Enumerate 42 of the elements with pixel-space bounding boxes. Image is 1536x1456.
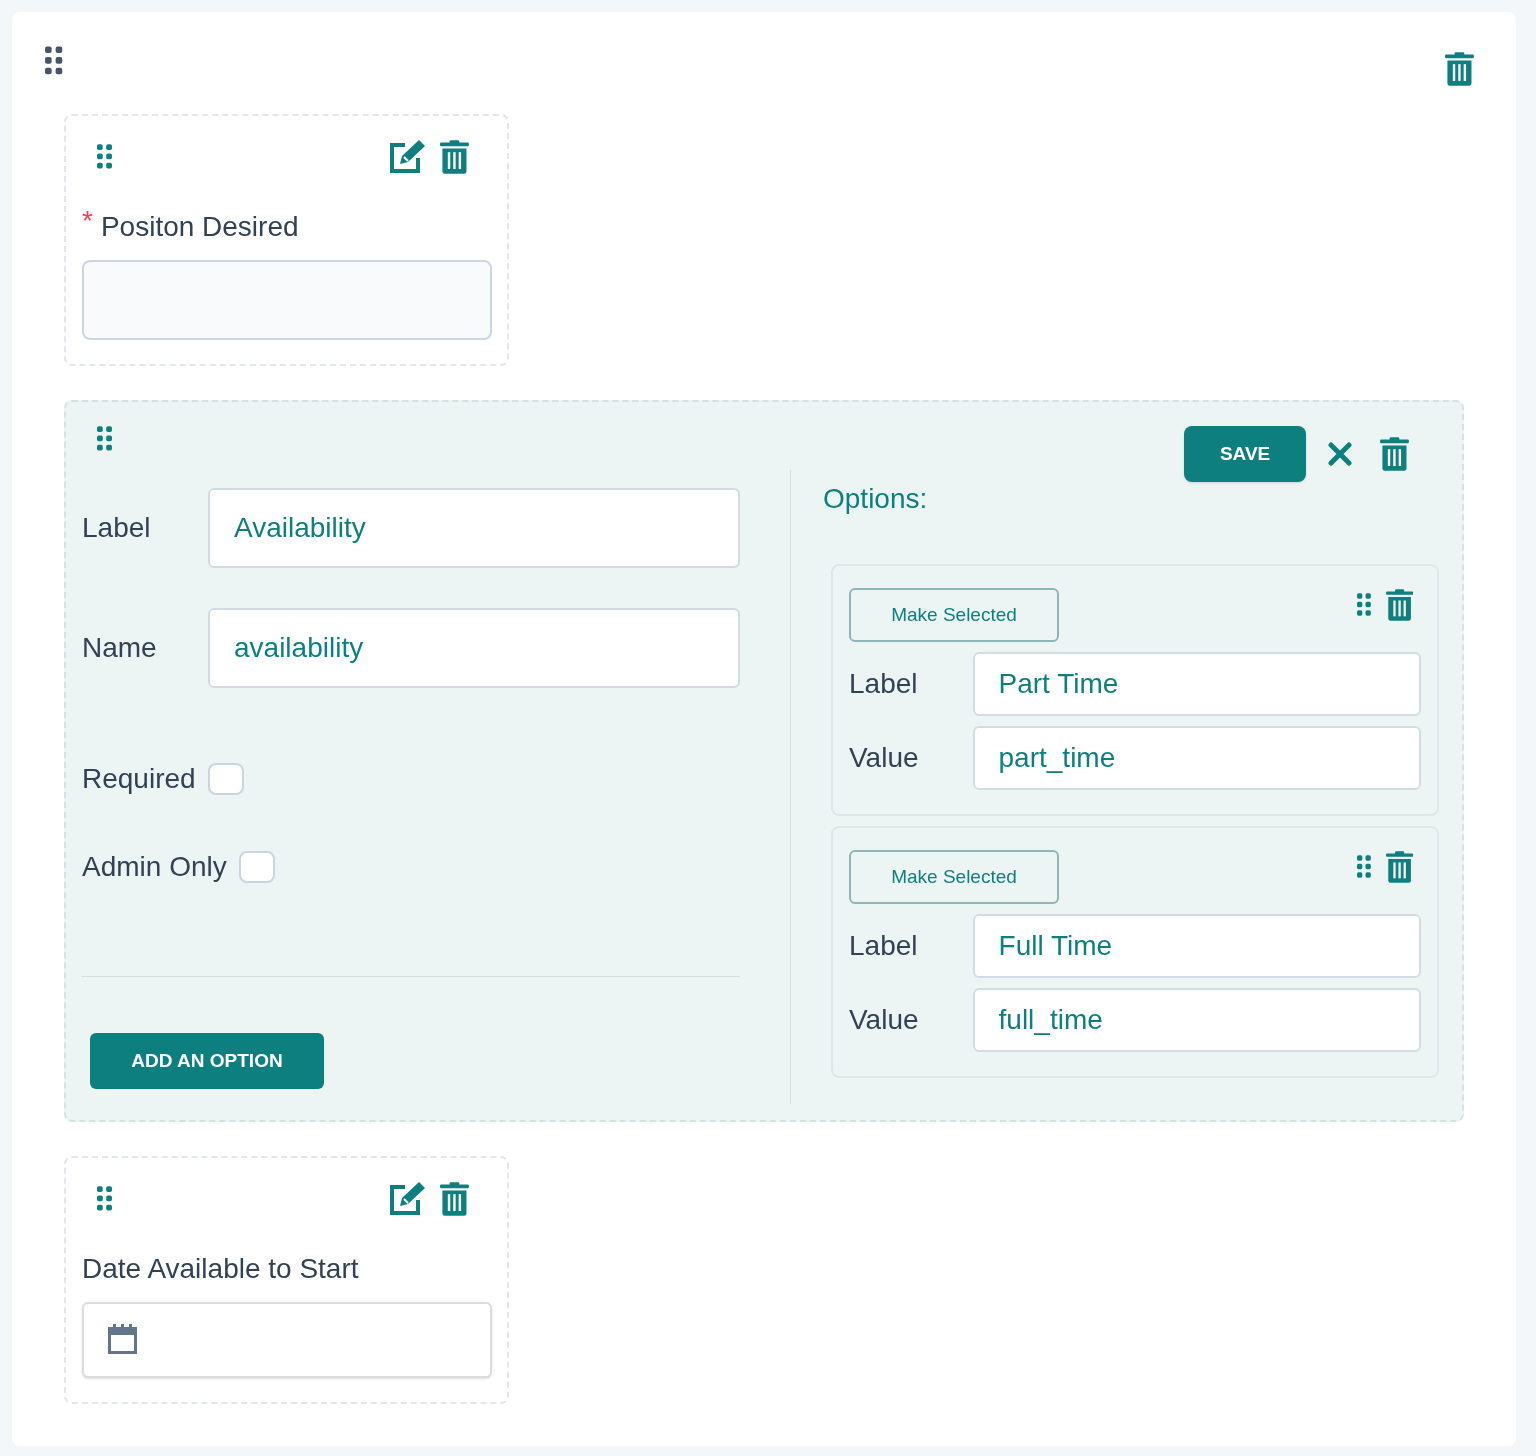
trash-icon[interactable] xyxy=(440,1182,469,1216)
make-selected-button[interactable]: Make Selected xyxy=(849,850,1059,904)
drag-handle-icon[interactable] xyxy=(97,144,114,170)
options-heading: Options: xyxy=(823,482,928,516)
text-input[interactable]: availability xyxy=(208,608,740,688)
trash-icon[interactable] xyxy=(1445,52,1474,86)
add-option-button[interactable]: ADD AN OPTION xyxy=(90,1033,324,1089)
checkbox-label: Required xyxy=(82,762,196,796)
field-caption: Name xyxy=(82,631,158,665)
date-input[interactable] xyxy=(82,1302,492,1378)
drag-handle-icon[interactable] xyxy=(45,46,64,76)
field-caption: Value xyxy=(849,1003,920,1037)
text-input[interactable]: Part Time xyxy=(972,652,1421,716)
field-label: Positon Desired xyxy=(100,210,299,244)
required-asterisk: * xyxy=(82,210,93,232)
drag-handle-icon[interactable] xyxy=(1356,855,1372,879)
checkbox[interactable] xyxy=(207,763,244,795)
field-caption: Value xyxy=(849,741,920,775)
field-caption: Label xyxy=(849,667,919,701)
text-input[interactable]: Full Time xyxy=(972,914,1421,978)
field-caption: Label xyxy=(82,511,152,545)
drag-handle-icon[interactable] xyxy=(97,1186,114,1212)
edit-icon[interactable] xyxy=(388,1182,427,1216)
close-icon[interactable] xyxy=(1328,442,1353,466)
text-input[interactable]: part_time xyxy=(972,726,1421,790)
drag-handle-icon[interactable] xyxy=(1356,593,1372,617)
make-selected-button[interactable]: Make Selected xyxy=(849,588,1059,642)
text-input[interactable] xyxy=(82,260,492,340)
trash-icon[interactable] xyxy=(1380,437,1409,471)
trash-icon[interactable] xyxy=(1385,589,1413,621)
field-label: Date Available to Start xyxy=(82,1252,359,1286)
save-button[interactable]: SAVE xyxy=(1184,426,1307,482)
trash-icon[interactable] xyxy=(440,140,469,174)
checkbox[interactable] xyxy=(238,851,275,883)
checkbox-label: Admin Only xyxy=(82,850,227,884)
text-input[interactable]: full_time xyxy=(972,988,1421,1052)
field-caption: Label xyxy=(849,929,919,963)
calendar-icon xyxy=(106,1324,139,1356)
drag-handle-icon[interactable] xyxy=(97,426,114,452)
trash-icon[interactable] xyxy=(1385,851,1413,883)
edit-icon[interactable] xyxy=(388,140,427,174)
text-input[interactable]: Availability xyxy=(208,488,740,568)
